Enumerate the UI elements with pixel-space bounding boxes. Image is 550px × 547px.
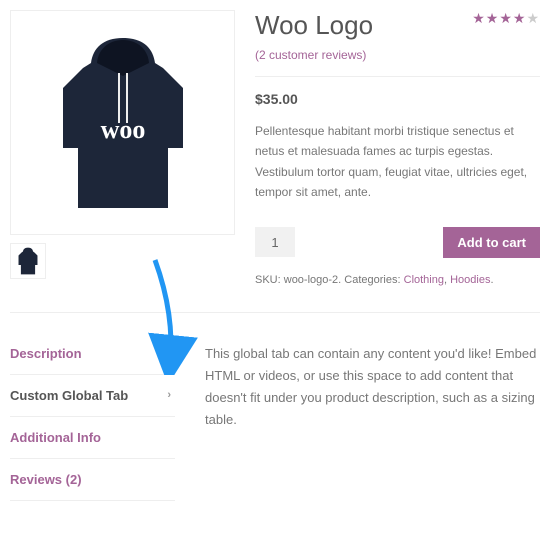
star-icon: ★ <box>513 10 527 26</box>
star-rating: ★★★★★ <box>472 10 540 27</box>
tab-additional-info[interactable]: Additional Info <box>10 417 175 459</box>
tab-reviews[interactable]: Reviews (2) <box>10 459 175 501</box>
short-description: Pellentesque habitant morbi tristique se… <box>255 121 540 203</box>
reviews-link[interactable]: (2 customer reviews) <box>255 48 366 62</box>
tab-label: Additional Info <box>10 430 101 445</box>
product-gallery: woo <box>10 10 235 286</box>
quantity-input[interactable] <box>255 227 295 257</box>
sku-label: SKU: <box>255 274 281 286</box>
tab-description[interactable]: Description <box>10 333 175 375</box>
price: $35.00 <box>255 91 540 107</box>
star-icon: ★ <box>472 10 486 26</box>
tab-label: Custom Global Tab <box>10 388 128 403</box>
thumbnail[interactable] <box>10 243 46 279</box>
hoodie-thumb-icon <box>15 246 41 276</box>
chevron-right-icon: › <box>167 389 171 401</box>
sku-value: woo-logo-2 <box>284 274 338 286</box>
star-icon: ★ <box>486 10 500 26</box>
tab-label: Description <box>10 346 82 361</box>
product-meta: SKU: woo-logo-2. Categories: Clothing, H… <box>255 274 540 286</box>
tabs-nav: Description Custom Global Tab › Addition… <box>10 333 175 501</box>
tab-custom-global[interactable]: Custom Global Tab › <box>10 375 175 417</box>
tab-content: This global tab can contain any content … <box>205 333 540 501</box>
hoodie-image-icon: woo <box>43 28 203 218</box>
category-link-hoodies[interactable]: Hoodies <box>450 274 490 286</box>
main-product-image[interactable]: woo <box>10 10 235 235</box>
star-icon: ★ <box>526 10 540 26</box>
categories-label: Categories: <box>344 274 400 286</box>
divider <box>255 76 540 77</box>
star-icon: ★ <box>499 10 513 26</box>
svg-text:woo: woo <box>100 115 145 144</box>
add-to-cart-button[interactable]: Add to cart <box>443 227 540 258</box>
tab-label: Reviews (2) <box>10 472 82 487</box>
category-link-clothing[interactable]: Clothing <box>404 274 444 286</box>
